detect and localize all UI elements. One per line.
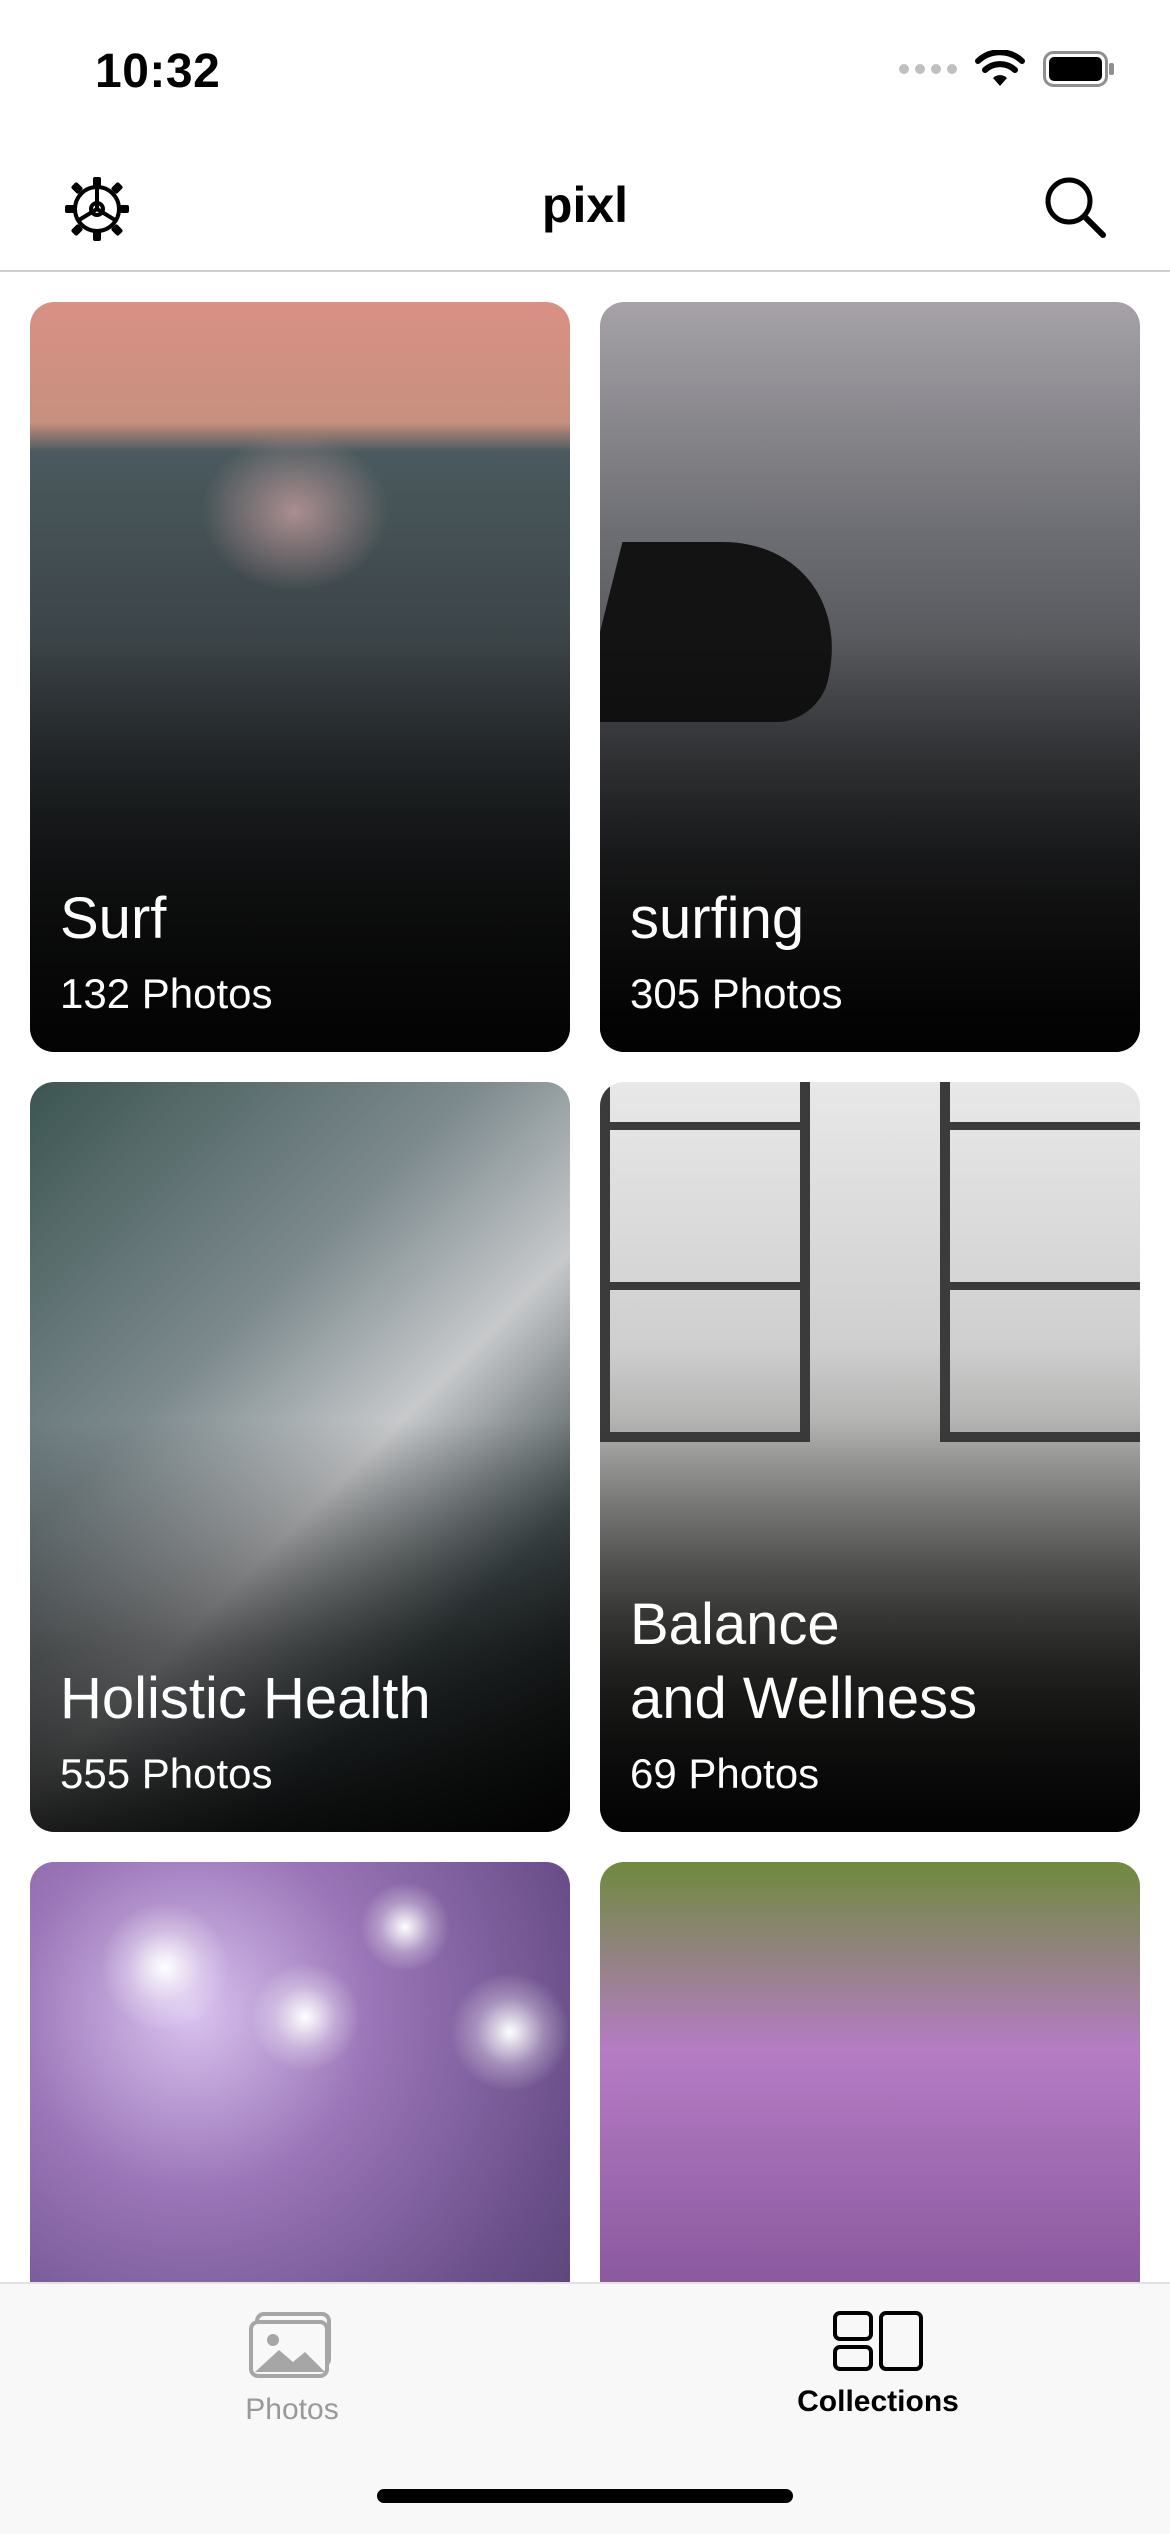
photo-sunset-glare bbox=[200, 432, 390, 592]
collection-title: Holistic Health bbox=[60, 1666, 431, 1731]
photo-window bbox=[940, 1082, 1140, 1442]
collection-title: surfing bbox=[630, 886, 805, 951]
status-time: 10:32 bbox=[95, 45, 221, 98]
tab-photos[interactable]: Photos bbox=[142, 2310, 442, 2427]
status-indicators bbox=[899, 50, 1115, 88]
collections-icon bbox=[833, 2311, 923, 2371]
photo-window bbox=[600, 1082, 810, 1442]
collection-title: Surf bbox=[60, 886, 167, 951]
collections-grid: Surf 132 Photos surfing 305 Photos Holis… bbox=[30, 302, 1140, 2282]
collection-count: 555 Photos bbox=[60, 1750, 273, 1797]
search-button[interactable] bbox=[1042, 174, 1108, 240]
app-title: pixl bbox=[541, 177, 629, 233]
tab-collections-label: Collections bbox=[797, 2385, 959, 2418]
search-icon bbox=[1045, 177, 1106, 238]
collection-card-concert[interactable] bbox=[30, 1862, 570, 2282]
photos-icon bbox=[249, 2312, 331, 2378]
collection-title: Balance and Wellness bbox=[630, 1592, 978, 1731]
collection-card-bee-flower[interactable] bbox=[600, 1862, 1140, 2282]
nav-bar: pixl bbox=[0, 140, 1170, 272]
collection-card-holistic-health[interactable]: Holistic Health 555 Photos bbox=[30, 1082, 570, 1832]
signal-icon bbox=[899, 64, 957, 74]
tab-collections[interactable]: Collections bbox=[728, 2310, 1028, 2419]
collection-count: 132 Photos bbox=[60, 970, 273, 1017]
collection-card-surfing[interactable]: surfing 305 Photos bbox=[600, 302, 1140, 1052]
status-bar: 10:32 bbox=[0, 0, 1170, 140]
battery-icon bbox=[1043, 51, 1114, 87]
collection-card-balance-and-wellness[interactable]: Balance and Wellness 69 Photos bbox=[600, 1082, 1140, 1832]
wifi-icon bbox=[975, 50, 1025, 86]
collection-count: 305 Photos bbox=[630, 970, 843, 1017]
home-indicator[interactable] bbox=[377, 2489, 793, 2503]
tab-photos-label: Photos bbox=[245, 2393, 339, 2426]
collection-card-surf[interactable]: Surf 132 Photos bbox=[30, 302, 570, 1052]
collection-count: 69 Photos bbox=[630, 1750, 820, 1797]
